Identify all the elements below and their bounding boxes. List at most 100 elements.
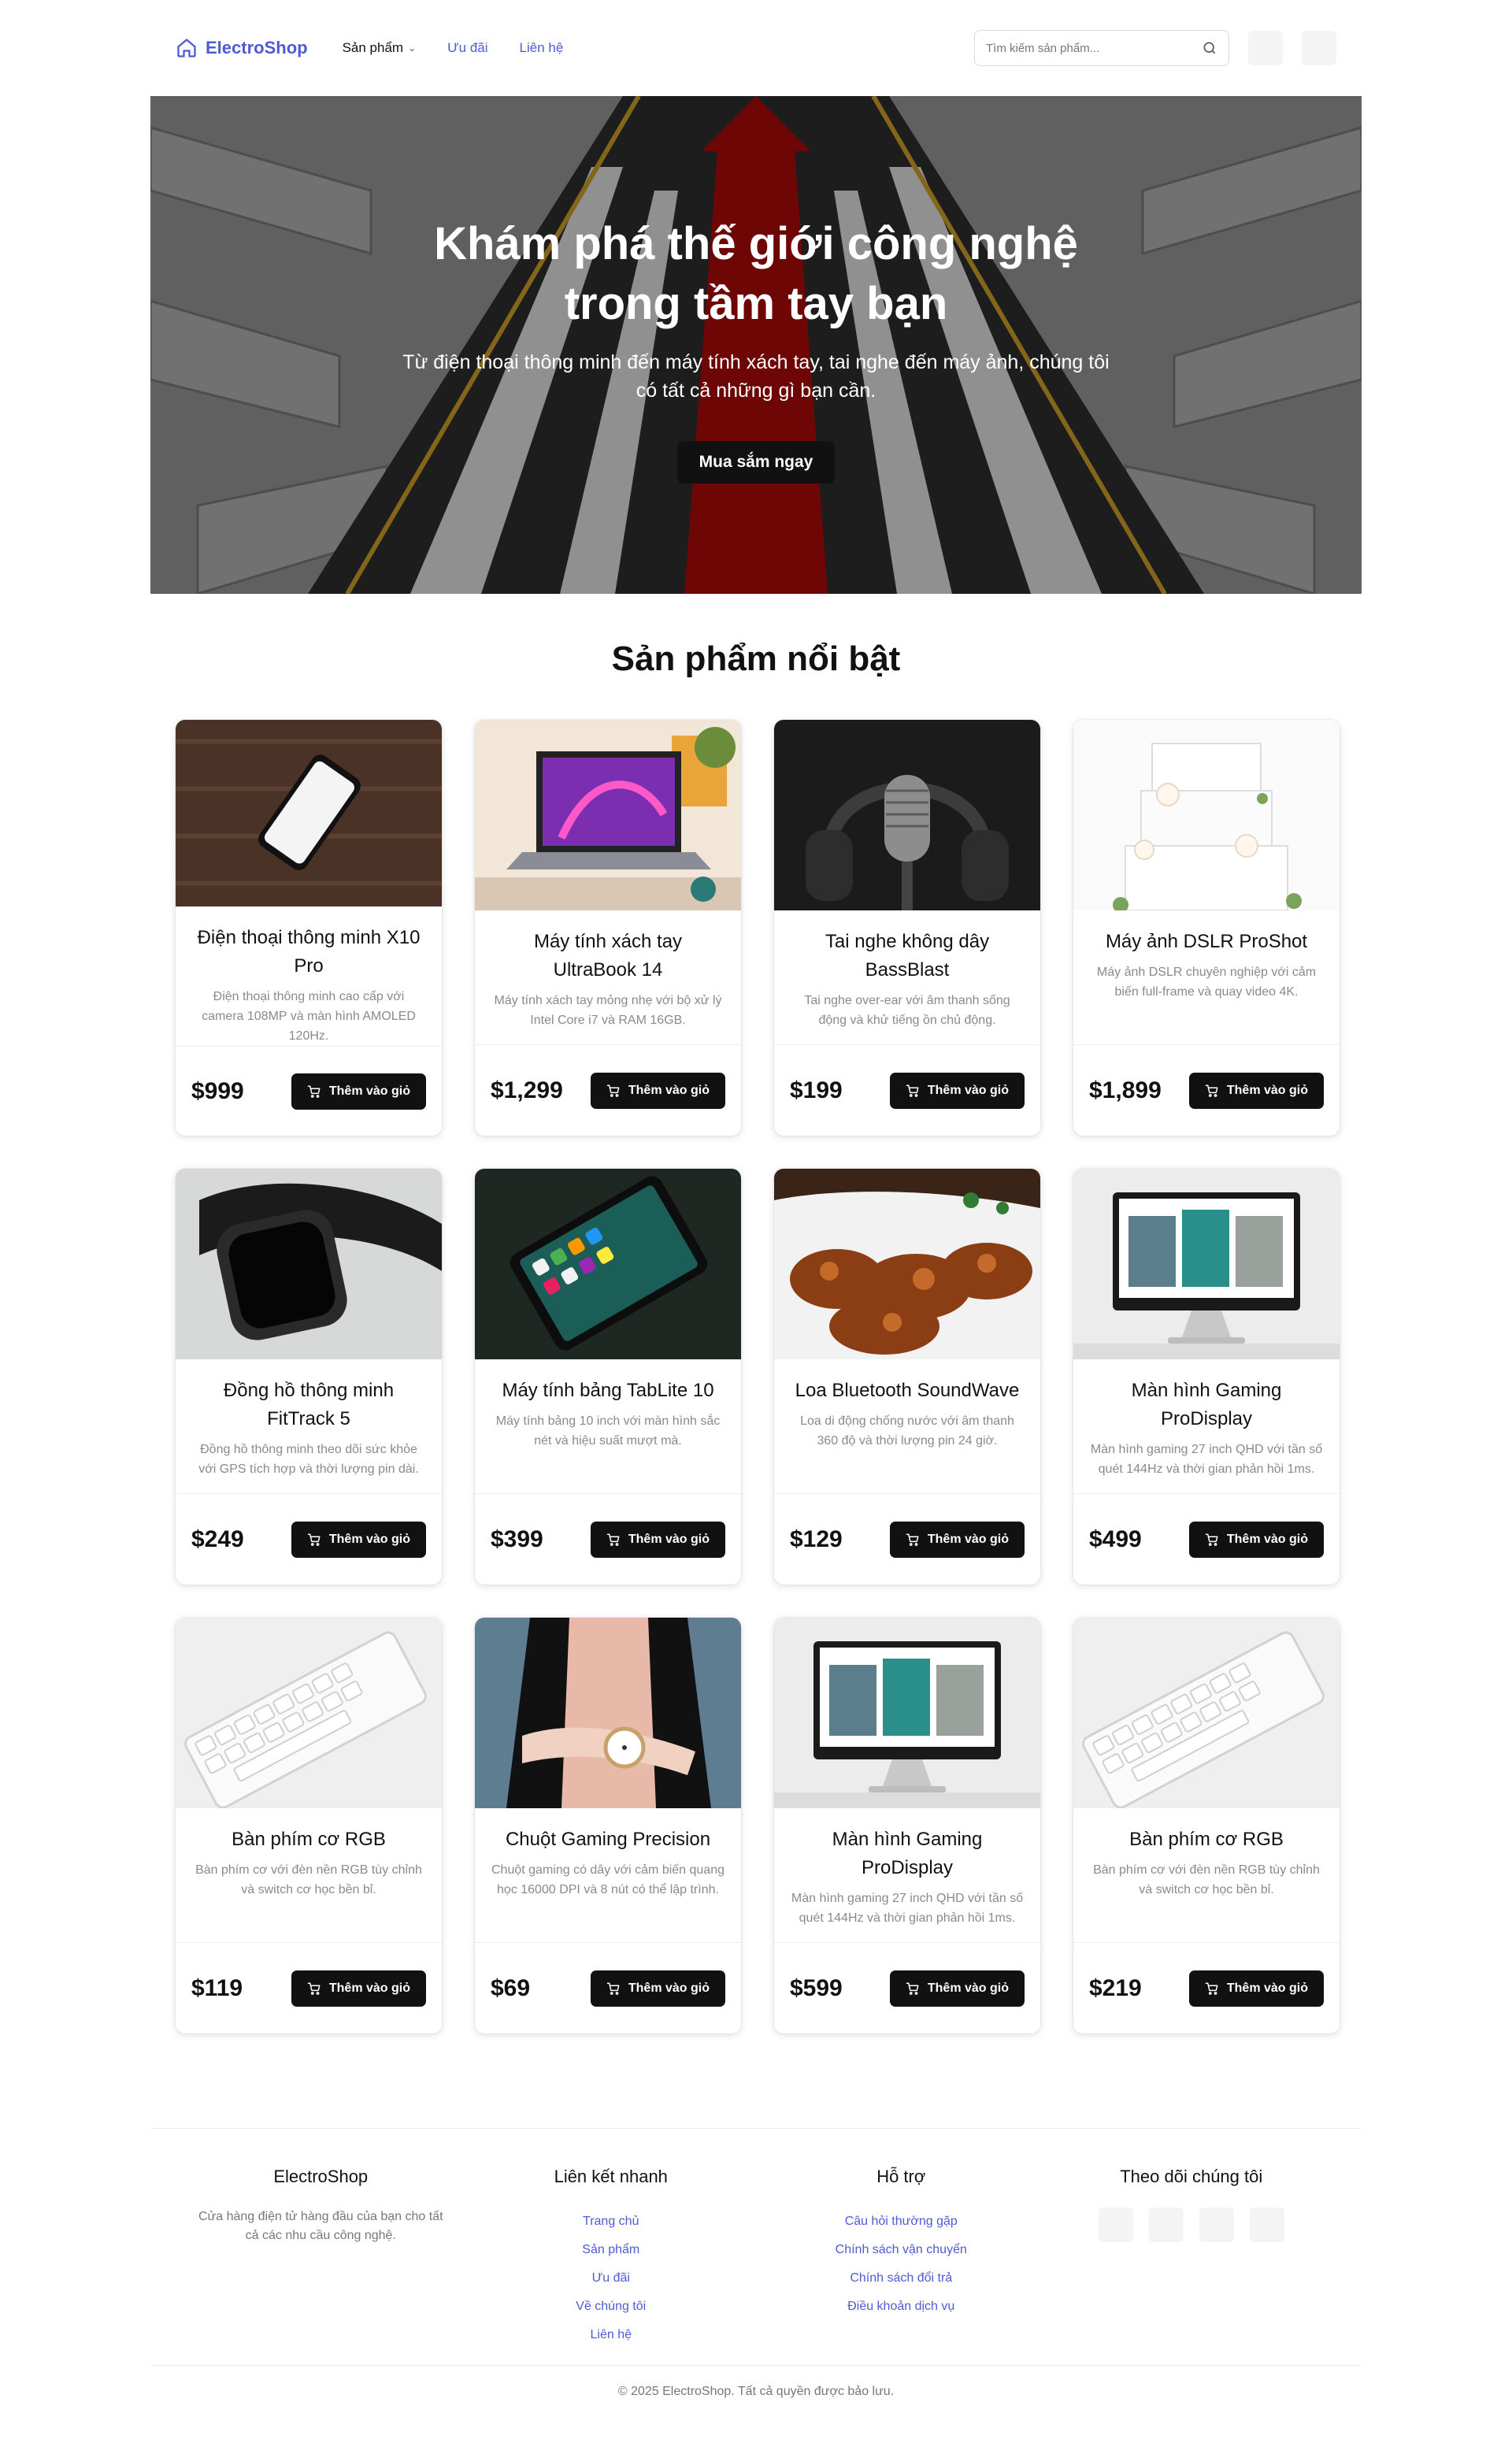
- product-image[interactable]: [774, 720, 1040, 910]
- add-to-cart-label: Thêm vào giỏ: [328, 1084, 410, 1098]
- search-input[interactable]: [986, 41, 1202, 55]
- footer-support-title: Hỗ trợ: [876, 2167, 926, 2186]
- product-price: $119: [191, 1974, 243, 2001]
- footer-link-terms[interactable]: Điều khoản dịch vụ: [756, 2293, 1047, 2321]
- footer-link-about[interactable]: Về chúng tôi: [466, 2293, 757, 2321]
- footer-link-products[interactable]: Sản phẩm: [466, 2236, 757, 2264]
- product-name[interactable]: Bàn phím cơ RGB: [191, 1826, 426, 1854]
- product-name[interactable]: Màn hình Gaming ProDisplay: [1089, 1377, 1324, 1433]
- product-image[interactable]: [475, 1618, 741, 1808]
- product-image[interactable]: [176, 720, 442, 907]
- nav-products-label: Sản phẩm: [342, 40, 404, 55]
- user-button[interactable]: [1248, 31, 1283, 65]
- add-to-cart-button[interactable]: Thêm vào giỏ: [590, 1521, 725, 1558]
- product-description: Đồng hồ thông minh theo dõi sức khỏe với…: [198, 1443, 419, 1476]
- site-footer: ElectroShop Cửa hàng điện tử hàng đầu củ…: [150, 2128, 1362, 2399]
- add-to-cart-button[interactable]: Thêm vào giỏ: [889, 1970, 1025, 2007]
- product-image[interactable]: [475, 720, 741, 910]
- footer-link-returns[interactable]: Chính sách đổi trả: [756, 2264, 1047, 2293]
- add-to-cart-button[interactable]: Thêm vào giỏ: [291, 1970, 426, 2007]
- product-name[interactable]: Đồng hồ thông minh FitTrack 5: [191, 1377, 426, 1433]
- product-card[interactable]: Tai nghe không dây BassBlast Tai nghe ove…: [774, 720, 1040, 1136]
- product-image[interactable]: [774, 1169, 1040, 1359]
- product-image[interactable]: [1073, 720, 1340, 910]
- footer-link-shipping[interactable]: Chính sách vận chuyển: [756, 2236, 1047, 2264]
- product-name[interactable]: Màn hình Gaming ProDisplay: [790, 1826, 1025, 1882]
- product-card[interactable]: Máy tính bảng TabLite 10 Máy tính bảng 10…: [475, 1169, 741, 1585]
- add-to-cart-label: Thêm vào giỏ: [1226, 1083, 1308, 1097]
- product-image[interactable]: [176, 1169, 442, 1359]
- product-name[interactable]: Máy tính xách tay UltraBook 14: [491, 928, 725, 984]
- footer-follow-title: Theo dõi chúng tôi: [1120, 2167, 1263, 2186]
- product-price: $399: [491, 1525, 543, 1552]
- product-name[interactable]: Điện thoại thông minh X10 Pro: [191, 924, 426, 981]
- footer-link-contact[interactable]: Liên hệ: [466, 2321, 757, 2349]
- product-price: $599: [790, 1974, 843, 2001]
- add-to-cart-button[interactable]: Thêm vào giỏ: [889, 1072, 1025, 1109]
- cart-icon: [1205, 1982, 1218, 1995]
- product-card[interactable]: Loa Bluetooth SoundWave Loa di động chống…: [774, 1169, 1040, 1585]
- social-button-4[interactable]: [1249, 2208, 1284, 2242]
- nav-deals-link[interactable]: Ưu đãi: [447, 40, 487, 56]
- product-info: Bàn phím cơ RGB Bàn phím cơ với đèn nền R…: [176, 1808, 442, 1942]
- shop-now-button[interactable]: Mua sắm ngay: [676, 441, 836, 484]
- product-card[interactable]: Bàn phím cơ RGB Bàn phím cơ với đèn nền R…: [176, 1618, 442, 2033]
- product-card[interactable]: Máy tính xách tay UltraBook 14 Máy tính x…: [475, 720, 741, 1136]
- add-to-cart-button[interactable]: Thêm vào giỏ: [291, 1521, 426, 1558]
- product-card[interactable]: Máy ảnh DSLR ProShot Máy ảnh DSLR chuyên …: [1073, 720, 1340, 1136]
- product-info: Chuột Gaming Precision Chuột gaming có dâ…: [475, 1808, 741, 1942]
- hero-banner: Khám phá thế giới công nghệ trong tầm ta…: [150, 96, 1362, 594]
- product-info: Máy tính bảng TabLite 10 Máy tính bảng 10…: [475, 1359, 741, 1493]
- product-card[interactable]: Màn hình Gaming ProDisplay Màn hình gamin…: [774, 1618, 1040, 2033]
- add-to-cart-button[interactable]: Thêm vào giỏ: [590, 1970, 725, 2007]
- cart-icon: [906, 1982, 919, 1995]
- add-to-cart-button[interactable]: Thêm vào giỏ: [590, 1072, 725, 1109]
- product-name[interactable]: Bàn phím cơ RGB: [1089, 1826, 1324, 1854]
- product-image[interactable]: [1073, 1618, 1340, 1808]
- footer-follow: Theo dõi chúng tôi: [1047, 2167, 1337, 2365]
- add-to-cart-button[interactable]: Thêm vào giỏ: [1188, 1072, 1324, 1109]
- product-image[interactable]: [1073, 1169, 1340, 1359]
- add-to-cart-button[interactable]: Thêm vào giỏ: [889, 1521, 1025, 1558]
- cart-button[interactable]: [1302, 31, 1336, 65]
- product-image[interactable]: [774, 1618, 1040, 1808]
- footer-link-home[interactable]: Trang chủ: [466, 2208, 757, 2236]
- cart-icon: [606, 1982, 620, 1995]
- product-card[interactable]: Chuột Gaming Precision Chuột gaming có dâ…: [475, 1618, 741, 2033]
- cart-icon: [307, 1085, 321, 1098]
- footer-link-deals[interactable]: Ưu đãi: [466, 2264, 757, 2293]
- footer-link-faq[interactable]: Câu hỏi thường gặp: [756, 2208, 1047, 2236]
- product-card[interactable]: Điện thoại thông minh X10 Pro Điện thoại …: [176, 720, 442, 1136]
- product-price: $249: [191, 1525, 244, 1552]
- product-description: Tai nghe over-ear với âm thanh sống động…: [804, 994, 1010, 1027]
- product-image[interactable]: [176, 1618, 442, 1808]
- product-info: Bàn phím cơ RGB Bàn phím cơ với đèn nền R…: [1073, 1808, 1340, 1942]
- chevron-down-icon: ⌄: [408, 43, 417, 54]
- product-card[interactable]: Bàn phím cơ RGB Bàn phím cơ với đèn nền R…: [1073, 1618, 1340, 2033]
- product-card[interactable]: Màn hình Gaming ProDisplay Màn hình gamin…: [1073, 1169, 1340, 1585]
- add-to-cart-button[interactable]: Thêm vào giỏ: [1188, 1970, 1324, 2007]
- add-to-cart-button[interactable]: Thêm vào giỏ: [1188, 1521, 1324, 1558]
- product-description: Bàn phím cơ với đèn nền RGB tùy chỉnh và…: [195, 1863, 422, 1896]
- product-image[interactable]: [475, 1169, 741, 1359]
- product-footer: $399 Thêm vào giỏ: [475, 1493, 741, 1585]
- product-name[interactable]: Tai nghe không dây BassBlast: [790, 928, 1025, 984]
- nav-products-dropdown[interactable]: Sản phẩm ⌄: [343, 40, 417, 56]
- product-name[interactable]: Chuột Gaming Precision: [491, 1826, 725, 1854]
- product-name[interactable]: Máy ảnh DSLR ProShot: [1089, 928, 1324, 956]
- social-button-1[interactable]: [1098, 2208, 1133, 2242]
- search-icon[interactable]: [1202, 40, 1217, 56]
- cart-icon: [307, 1982, 321, 1995]
- product-card[interactable]: Đồng hồ thông minh FitTrack 5 Đồng hồ thô…: [176, 1169, 442, 1585]
- social-button-3[interactable]: [1199, 2208, 1234, 2242]
- product-grid: Điện thoại thông minh X10 Pro Điện thoại …: [150, 720, 1362, 2033]
- product-name[interactable]: Máy tính bảng TabLite 10: [491, 1377, 725, 1405]
- product-price: $1,299: [491, 1077, 563, 1103]
- nav-contact-link[interactable]: Liên hệ: [520, 40, 564, 56]
- social-button-2[interactable]: [1148, 2208, 1184, 2242]
- brand-name: ElectroShop: [206, 38, 308, 57]
- product-name[interactable]: Loa Bluetooth SoundWave: [790, 1377, 1025, 1405]
- add-to-cart-button[interactable]: Thêm vào giỏ: [291, 1073, 426, 1110]
- brand-logo[interactable]: ElectroShop: [176, 37, 308, 59]
- product-footer: $1,299 Thêm vào giỏ: [475, 1044, 741, 1136]
